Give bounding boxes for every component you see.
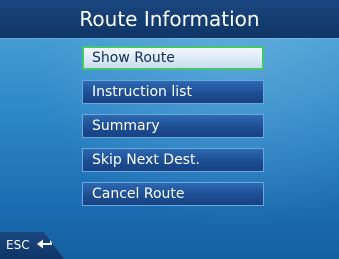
instruction-list-button[interactable]: Instruction list — [82, 80, 264, 104]
skip-next-dest-button[interactable]: Skip Next Dest. — [82, 148, 264, 172]
cancel-route-button[interactable]: Cancel Route — [82, 182, 264, 206]
title-bar: Route Information — [0, 0, 339, 38]
page-title: Route Information — [79, 7, 260, 31]
esc-label: ESC — [6, 238, 30, 252]
route-information-screen: Route Information Show Route Instruction… — [0, 0, 339, 259]
summary-button[interactable]: Summary — [82, 114, 264, 138]
show-route-button[interactable]: Show Route — [82, 46, 264, 70]
